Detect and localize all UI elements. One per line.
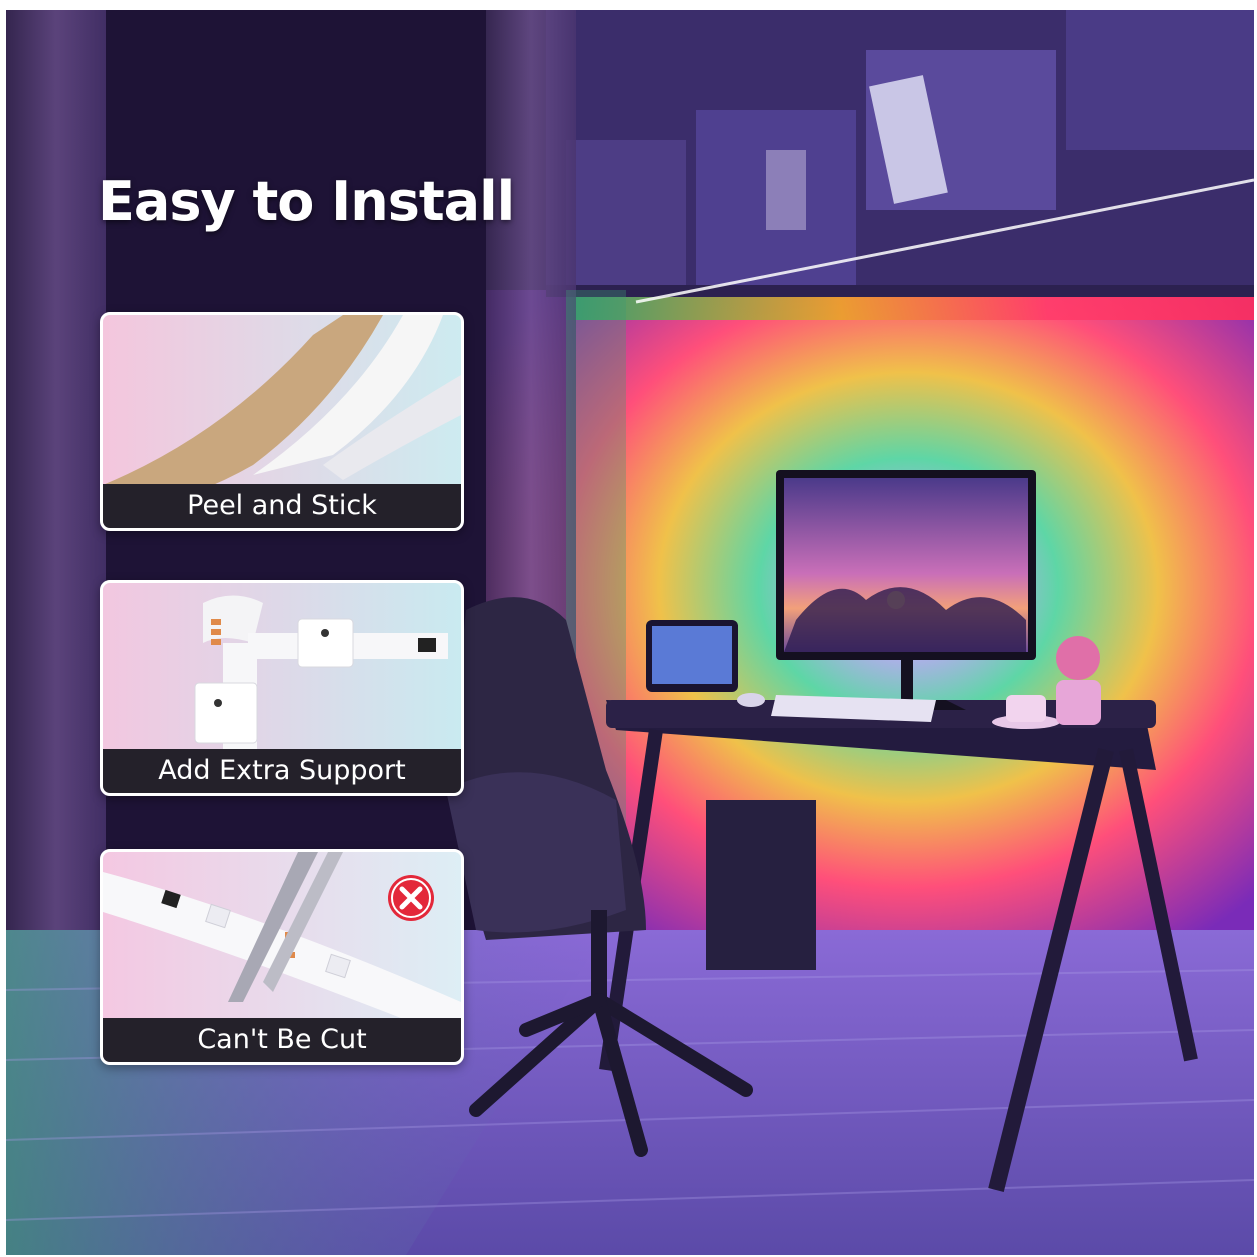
feature-card-peel-and-stick: Peel and Stick: [100, 312, 464, 531]
feature-card-cant-be-cut: Can't Be Cut: [100, 849, 464, 1065]
feature-label: Add Extra Support: [103, 749, 461, 793]
headline: Easy to Install: [98, 170, 515, 233]
feature-label: Can't Be Cut: [103, 1018, 461, 1062]
feature-label: Peel and Stick: [103, 484, 461, 528]
red-x-icon: [388, 875, 434, 921]
product-photo: Easy to Install Peel and Stick Add Extra…: [6, 10, 1254, 1255]
feature-card-add-extra-support: Add Extra Support: [100, 580, 464, 796]
